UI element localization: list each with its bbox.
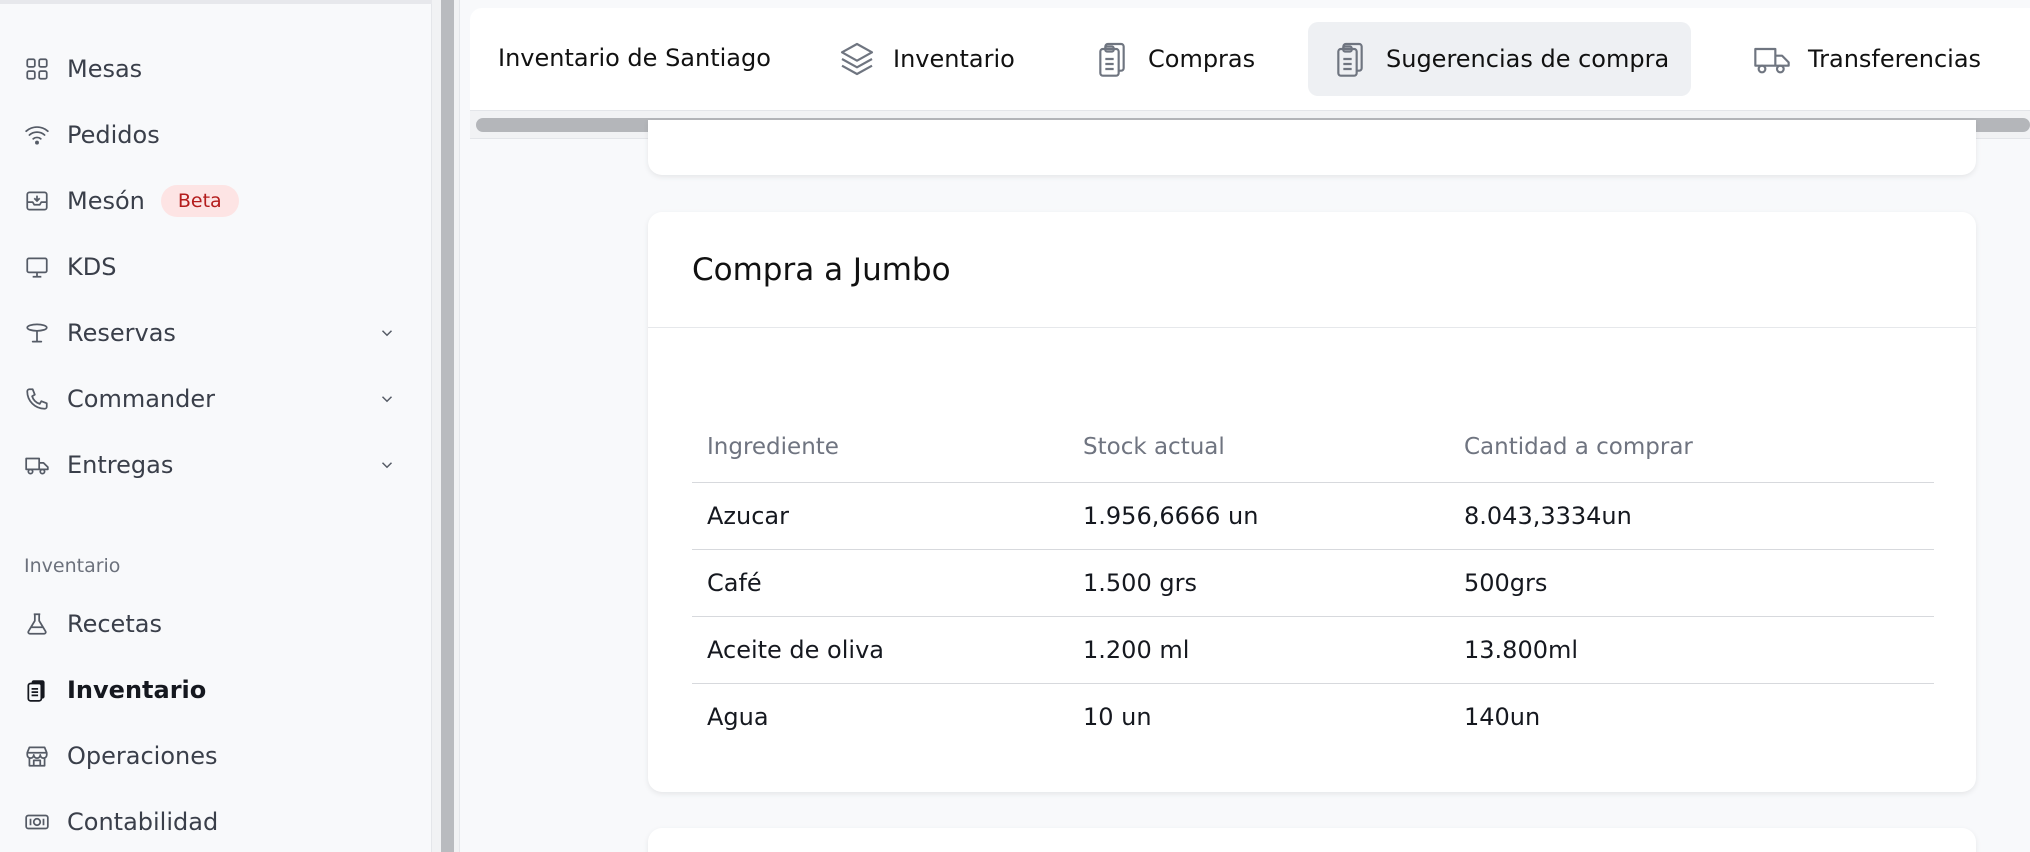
previous-card	[648, 120, 1976, 175]
tab-inventario[interactable]: Inventario	[815, 22, 1037, 96]
stock-cell: 1.200 ml	[1068, 616, 1449, 684]
table-header-row: Ingrediente Stock actual Cantidad a comp…	[692, 412, 1934, 483]
quantity-cell: 8.043,3334un	[1449, 482, 1934, 550]
sidebar-item-reservas[interactable]: Reservas	[0, 306, 432, 360]
top-tab-bar: Inventario de Santiago Inventario Compra…	[470, 8, 2030, 111]
sidebar-top-divider	[0, 0, 432, 4]
quantity-cell: 500grs	[1449, 549, 1934, 617]
tab-label: Compras	[1148, 45, 1256, 73]
stock-cell: 1.500 grs	[1068, 549, 1449, 617]
chevron-down-icon[interactable]	[378, 324, 396, 342]
column-header-ingrediente: Ingrediente	[692, 412, 1068, 483]
sidebar-item-label: Contabilidad	[67, 808, 219, 836]
sidebar-item-commander[interactable]: Commander	[0, 372, 432, 426]
monitor-icon	[24, 254, 50, 280]
inbox-icon	[24, 188, 50, 214]
column-header-stock-actual: Stock actual	[1068, 412, 1449, 483]
sidebar: Mesas Pedidos Mesón Beta KDS Reservas Co…	[0, 0, 432, 852]
layers-icon	[837, 39, 877, 79]
tab-compras[interactable]: Compras	[1070, 22, 1277, 96]
sidebar-item-label: Commander	[67, 385, 215, 413]
sidebar-item-meson[interactable]: Mesón Beta	[0, 174, 432, 228]
sidebar-item-contabilidad[interactable]: Contabilidad	[0, 795, 432, 849]
table-icon	[24, 320, 50, 346]
clipboard-icon	[1092, 39, 1132, 79]
sidebar-item-label: Reservas	[67, 319, 176, 347]
sidebar-item-label: KDS	[67, 253, 117, 281]
quantity-cell: 140un	[1464, 702, 1541, 731]
sidebar-item-label: Recetas	[67, 610, 162, 638]
stock-cell: 10 un	[1083, 702, 1152, 731]
tab-sugerencias-de-compra[interactable]: Sugerencias de compra	[1308, 22, 1692, 96]
phone-icon	[24, 386, 50, 412]
sidebar-item-mesas[interactable]: Mesas	[0, 42, 432, 96]
ingredient-cell: Azucar	[692, 482, 1068, 550]
sidebar-item-label: Inventario	[67, 676, 207, 704]
sidebar-item-label: Pedidos	[67, 121, 160, 149]
sidebar-item-pedidos[interactable]: Pedidos	[0, 108, 432, 162]
tab-label: Inventario	[893, 45, 1015, 73]
next-card	[648, 828, 1976, 852]
sidebar-section-label: Inventario	[24, 555, 121, 577]
cash-icon	[24, 809, 50, 835]
sidebar-item-label: Entregas	[67, 451, 174, 479]
sidebar-item-label: Mesas	[67, 55, 143, 83]
card-title: Compra a Jumbo	[692, 251, 951, 288]
purchase-suggestion-card: Compra a Jumbo Ingrediente Stock actual …	[648, 212, 1976, 792]
chevron-down-icon[interactable]	[378, 390, 396, 408]
truck-icon	[24, 452, 50, 478]
flask-icon	[24, 611, 50, 637]
sidebar-item-entregas[interactable]: Entregas	[0, 438, 432, 492]
chevron-down-icon[interactable]	[378, 456, 396, 474]
table-row: Aceite de oliva 1.200 ml 13.800ml	[692, 616, 1934, 684]
quantity-cell: 13.800ml	[1449, 616, 1934, 684]
ingredient-cell: Café	[692, 549, 1068, 617]
page-context-title: Inventario de Santiago	[498, 44, 771, 72]
sidebar-item-operaciones[interactable]: Operaciones	[0, 729, 432, 783]
tab-label: Transferencias	[1808, 45, 1982, 73]
column-header-cantidad-a-comprar: Cantidad a comprar	[1449, 412, 1934, 483]
stock-cell: 1.956,6666 un	[1068, 482, 1449, 550]
clipboard-icon	[24, 677, 50, 703]
store-icon	[24, 743, 50, 769]
sidebar-item-recetas[interactable]: Recetas	[0, 597, 432, 651]
sidebar-item-kds[interactable]: KDS	[0, 240, 432, 294]
clipboard-icon	[1330, 39, 1370, 79]
sidebar-item-label: Mesón	[67, 187, 145, 215]
wifi-icon	[24, 122, 50, 148]
table-row: Agua 10 un 140un	[692, 683, 1934, 750]
beta-badge: Beta	[160, 185, 239, 217]
splitter-handle[interactable]	[441, 0, 454, 852]
suggestion-table: Ingrediente Stock actual Cantidad a comp…	[692, 412, 1934, 750]
table-row: Azucar 1.956,6666 un 8.043,3334un	[692, 482, 1934, 550]
card-header: Compra a Jumbo	[648, 212, 1976, 328]
ingredient-cell: Aceite de oliva	[692, 616, 1068, 684]
table-row: Café 1.500 grs 500grs	[692, 549, 1934, 617]
sidebar-item-inventario[interactable]: Inventario	[0, 663, 432, 717]
truck-icon	[1752, 39, 1792, 79]
sidebar-item-label: Operaciones	[67, 742, 218, 770]
ingredient-cell: Agua	[707, 702, 769, 731]
tab-label: Sugerencias de compra	[1386, 45, 1670, 73]
tab-transferencias[interactable]: Transferencias	[1730, 22, 2003, 96]
grid-icon	[24, 56, 50, 82]
